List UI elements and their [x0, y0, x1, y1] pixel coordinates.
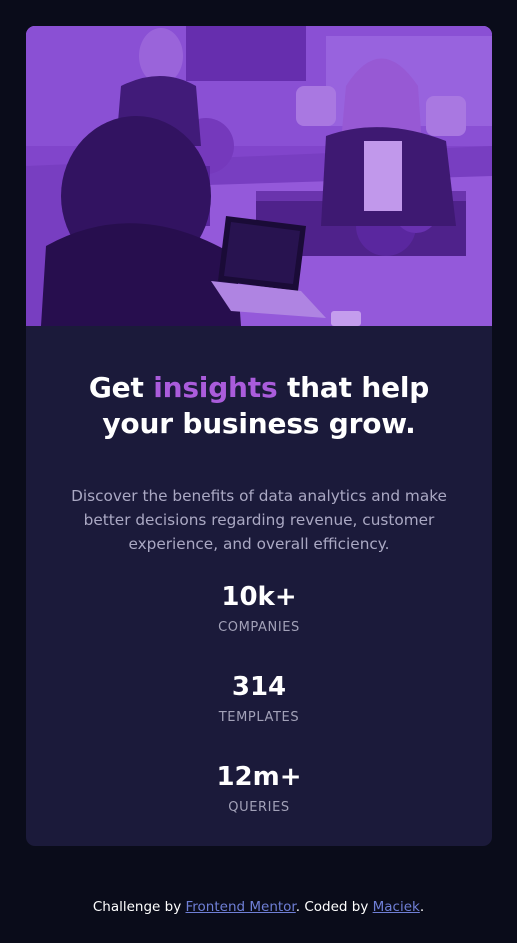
stat-companies: 10k+ companies: [26, 582, 492, 672]
frontend-mentor-link[interactable]: Frontend Mentor: [186, 899, 296, 915]
stats-preview-card: Get insights that help your business gro…: [26, 26, 492, 846]
footer-suffix: .: [419, 899, 425, 915]
stat-queries: 12m+ queries: [26, 762, 492, 846]
headline: Get insights that help your business gro…: [79, 370, 439, 442]
stats-list: 10k+ companies 314 templates 12m+ querie…: [26, 582, 492, 846]
stat-label: templates: [218, 710, 300, 725]
card-content: Get insights that help your business gro…: [26, 326, 492, 846]
stat-value: 10k+: [221, 582, 297, 612]
hero-purple-overlay: [26, 26, 492, 326]
stat-label: queries: [228, 800, 290, 815]
description: Discover the benefits of data analytics …: [71, 487, 447, 553]
headline-prefix: Get: [88, 371, 154, 404]
author-link[interactable]: Maciek: [373, 899, 420, 915]
footer-prefix: Challenge by: [92, 899, 186, 915]
headline-accent-word: insights: [153, 371, 278, 404]
hero-image: [26, 26, 492, 326]
footer-middle: . Coded by: [295, 899, 373, 915]
stat-label: companies: [218, 620, 300, 635]
stat-value: 314: [231, 672, 287, 702]
attribution-footer: Challenge by Frontend Mentor. Coded by M…: [0, 899, 517, 915]
stat-value: 12m+: [216, 762, 302, 792]
stat-templates: 314 templates: [26, 672, 492, 762]
